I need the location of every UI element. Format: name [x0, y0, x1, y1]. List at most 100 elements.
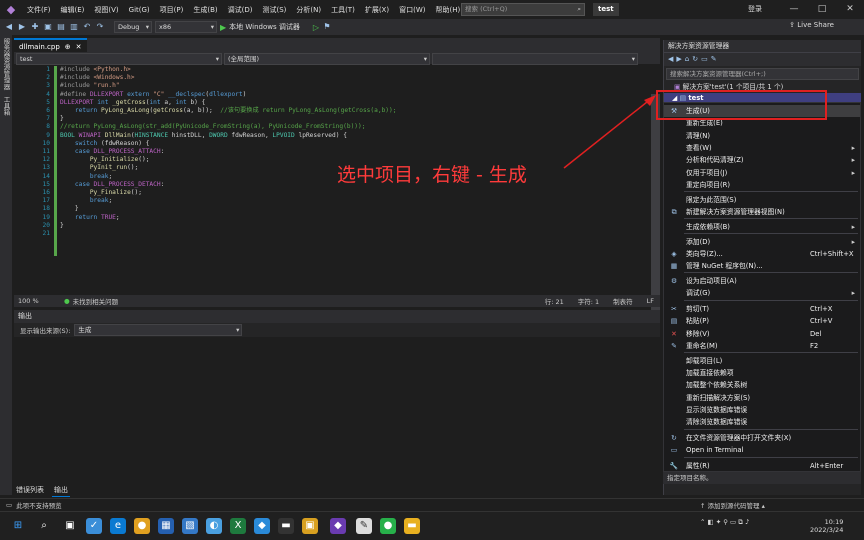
menu-git[interactable]: Git(G) [124, 6, 155, 14]
pin-icon[interactable]: ⊕ [65, 40, 71, 52]
menu-analyze[interactable]: 分析(N) [291, 5, 326, 15]
app-icon[interactable]: ◆ [254, 518, 270, 534]
menu-help[interactable]: 帮助(H) [430, 5, 465, 15]
context-menu-item[interactable]: 重新扫描解决方案(S) [664, 392, 860, 404]
context-menu-item[interactable]: 添加(D) ▸ [664, 236, 860, 248]
app-icon[interactable]: ▧ [182, 518, 198, 534]
undo-icon[interactable]: ↶ [82, 22, 92, 32]
chrome-icon[interactable]: ● [134, 518, 150, 534]
menu-build[interactable]: 生成(B) [188, 5, 222, 15]
collapse-all-icon[interactable]: ▭ [701, 55, 708, 64]
context-menu-item[interactable]: 显示浏览数据库错误 [664, 404, 860, 416]
tab-output[interactable]: 输出 [52, 484, 70, 497]
search-input[interactable]: 搜索 (Ctrl+Q) ⌕ [461, 3, 585, 16]
menu-file[interactable]: 文件(F) [22, 5, 56, 15]
configuration-select[interactable]: Debug [114, 21, 152, 33]
server-explorer-tab[interactable]: 服务器资源管理器 [0, 35, 12, 93]
close-button[interactable]: ✕ [836, 0, 864, 19]
solution-search-input[interactable]: 搜索解决方案资源管理器(Ctrl+;) [666, 68, 859, 80]
login-link[interactable]: 登录 [748, 4, 762, 14]
code-area[interactable]: 1 2 3 4 5 6 7 8 9 10 11 12 13 14 15 16 17 18 19 20 21 #inclu… [14, 66, 660, 322]
excel-icon[interactable]: X [230, 518, 246, 534]
wechat-icon[interactable]: ● [380, 518, 396, 534]
menu-debug[interactable]: 调试(D) [223, 5, 258, 15]
context-menu-item[interactable]: 加载直接依赖项 [664, 367, 860, 379]
wrench-icon[interactable]: ✎ [711, 55, 717, 64]
file-explorer-icon[interactable]: ▬ [404, 518, 420, 534]
app-icon[interactable]: ▦ [158, 518, 174, 534]
scope-nav-select[interactable]: (全局范围) [224, 53, 430, 65]
bookmark-icon[interactable]: ⚑ [322, 22, 332, 32]
context-menu-item[interactable]: 重定向项目(R) [664, 179, 860, 191]
context-menu-item[interactable]: ▦ 管理 NuGet 程序包(N)... [664, 260, 860, 272]
context-menu-item[interactable]: ✎ 重命名(M) F2 [664, 340, 860, 352]
menu-test[interactable]: 测试(S) [257, 5, 291, 15]
notepad-icon[interactable]: ✎ [356, 518, 372, 534]
zoom-level[interactable]: 100 % [18, 297, 58, 305]
redo-icon[interactable]: ↷ [95, 22, 105, 32]
context-menu-item[interactable]: ↻ 在文件资源管理器中打开文件夹(X) [664, 432, 860, 444]
context-menu-item[interactable]: ✕ 移除(V) Del [664, 328, 860, 340]
project-nav-select[interactable]: test [16, 53, 222, 65]
search-icon[interactable]: ⌕ [36, 518, 52, 534]
menu-view[interactable]: 视图(V) [89, 5, 123, 15]
tab-error-list[interactable]: 错误列表 [14, 484, 46, 497]
context-menu-item[interactable]: 调试(G) ▸ [664, 287, 860, 299]
visual-studio-icon[interactable]: ◆ [330, 518, 346, 534]
tab-dllmain-cpp[interactable]: dllmain.cpp ⊕ ✕ [14, 38, 87, 52]
menu-project[interactable]: 项目(P) [155, 5, 189, 15]
back-icon[interactable]: ◀ [668, 55, 673, 64]
context-menu-item[interactable]: ⧉ 新建解决方案资源管理器视图(N) [664, 206, 860, 218]
menu-tools[interactable]: 工具(T) [326, 5, 360, 15]
maximize-button[interactable]: □ [808, 0, 836, 19]
tabs-indicator[interactable]: 制表符 [613, 296, 633, 306]
terminal-icon[interactable]: ▬ [278, 518, 294, 534]
context-menu-item[interactable]: 🔧 属性(R) Alt+Enter [664, 460, 860, 472]
context-menu-item[interactable]: 仅用于项目(J) ▸ [664, 167, 860, 179]
forward-icon[interactable]: ▶ [17, 22, 27, 32]
new-project-icon[interactable]: ✚ [30, 22, 40, 32]
start-without-debug-icon[interactable]: ▷ [313, 23, 319, 32]
start-icon[interactable]: ⊞ [10, 518, 26, 534]
context-menu-item[interactable]: 生成依赖项(B) ▸ [664, 221, 860, 233]
menu-edit[interactable]: 编辑(E) [56, 5, 90, 15]
task-view-icon[interactable]: ▣ [62, 518, 78, 534]
toolbox-tab[interactable]: 工具箱 [0, 93, 12, 119]
clock[interactable]: 10:19 2022/3/24 [810, 518, 843, 534]
code-text[interactable]: #include <Python.h> #include <Windows.h> #… [60, 66, 396, 238]
minimize-button[interactable]: — [780, 0, 808, 19]
context-menu-item[interactable]: ▭ Open in Terminal [664, 444, 860, 456]
issues-text[interactable]: 未找到相关问题 [73, 296, 119, 306]
menu-extensions[interactable]: 扩展(X) [360, 5, 394, 15]
start-debug-icon[interactable]: ▶ [220, 23, 226, 32]
context-menu-item[interactable]: ▤ 粘贴(P) Ctrl+V [664, 315, 860, 327]
context-menu-item[interactable]: 加载整个依赖关系树 [664, 379, 860, 391]
context-menu-item[interactable]: 查看(W) ▸ [664, 142, 860, 154]
run-button[interactable]: 本地 Windows 调试器 [229, 22, 300, 32]
context-menu-item[interactable]: ◈ 类向导(Z)... Ctrl+Shift+X [664, 248, 860, 260]
source-control-button[interactable]: ↑ 添加到源代码管理 ▴ [700, 500, 765, 510]
live-share-button[interactable]: ⇪ Live Share [789, 21, 834, 29]
home-icon[interactable]: ⌂ [685, 55, 689, 64]
close-tab-icon[interactable]: ✕ [76, 40, 82, 52]
back-icon[interactable]: ◀ [4, 22, 14, 32]
context-menu-item[interactable]: 卸载项目(L) [664, 355, 860, 367]
context-menu-item[interactable]: ✂ 剪切(T) Ctrl+X [664, 303, 860, 315]
context-menu-item[interactable]: 限定为此范围(S) [664, 194, 860, 206]
platform-select[interactable]: x86 [155, 21, 217, 33]
app-icon[interactable]: ✓ [86, 518, 102, 534]
app-icon[interactable]: ◐ [206, 518, 222, 534]
open-file-icon[interactable]: ▣ [43, 22, 53, 32]
menu-window[interactable]: 窗口(W) [394, 5, 430, 15]
app-icon[interactable]: ▣ [302, 518, 318, 534]
save-all-icon[interactable]: ▥ [69, 22, 79, 32]
forward-icon[interactable]: ▶ [676, 55, 681, 64]
edge-icon[interactable]: e [110, 518, 126, 534]
system-tray[interactable]: ⌃ ◧ ✦ ⚲ ▭ ⧉ ♪ [700, 518, 749, 527]
context-menu-item[interactable]: ⚙ 设为启动项目(A) [664, 275, 860, 287]
save-icon[interactable]: ▤ [56, 22, 66, 32]
context-menu-item[interactable]: 分析和代码清理(Z) ▸ [664, 154, 860, 166]
output-source-select[interactable]: 生成 [74, 324, 243, 336]
context-menu-item[interactable]: 清理(N) [664, 130, 860, 142]
refresh-icon[interactable]: ↻ [692, 55, 698, 64]
